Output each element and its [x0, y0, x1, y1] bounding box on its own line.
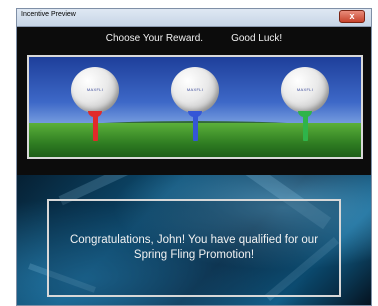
incentive-preview-window: Incentive Preview x Choose Your Reward. …: [16, 8, 372, 306]
title-bar[interactable]: Incentive Preview x: [17, 9, 371, 27]
golf-ball-icon: MAXFLI: [171, 67, 219, 113]
tee-stem: [93, 115, 98, 141]
close-icon: x: [349, 11, 355, 21]
ball-logo: MAXFLI: [186, 87, 204, 92]
reward-ball-3[interactable]: MAXFLI: [281, 67, 331, 147]
ball-logo: MAXFLI: [86, 87, 104, 92]
reward-ball-2[interactable]: MAXFLI: [171, 67, 221, 147]
choose-reward-text: Choose Your Reward.: [105, 32, 204, 44]
close-button[interactable]: x: [339, 10, 365, 23]
reward-choice-panel: MAXFLI MAXFLI MAXFLI: [27, 55, 363, 159]
window-title: Incentive Preview: [21, 11, 76, 18]
message-box: Congratulations, John! You have qualifie…: [47, 199, 341, 297]
congratulations-message: Congratulations, John! You have qualifie…: [69, 234, 319, 261]
reward-ball-1[interactable]: MAXFLI: [71, 67, 121, 147]
tee-stem: [193, 115, 198, 141]
ball-logo: MAXFLI: [296, 87, 314, 92]
promotion-panel: Congratulations, John! You have qualifie…: [17, 175, 371, 305]
good-luck-text: Good Luck!: [231, 32, 283, 44]
tee-stem: [303, 115, 308, 141]
golf-ball-icon: MAXFLI: [71, 67, 119, 113]
reward-header: Choose Your Reward. Good Luck!: [17, 27, 371, 49]
golf-ball-icon: MAXFLI: [281, 67, 329, 113]
